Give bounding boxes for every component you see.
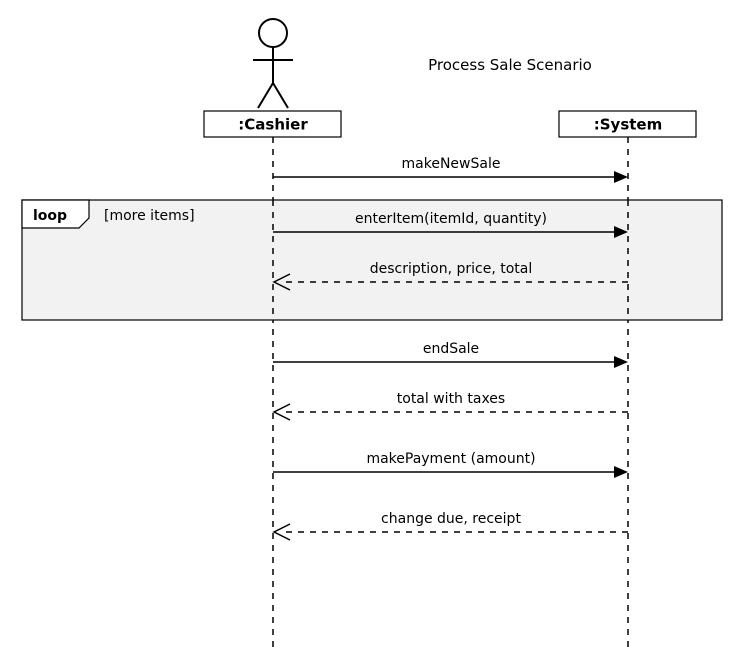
msg-change-label: change due, receipt xyxy=(381,511,521,527)
msg-total-label: total with taxes xyxy=(397,391,505,407)
msg-makePayment-label: makePayment (amount) xyxy=(366,451,535,467)
sequence-diagram: Process Sale Scenario :Cashier :System m… xyxy=(0,0,750,660)
lifeline-cashier-label: :Cashier xyxy=(238,116,308,134)
lifeline-system-label: :System xyxy=(594,116,662,134)
msg-makeNewSale-label: makeNewSale xyxy=(402,156,501,172)
msg-enterItem-label: enterItem(itemId, quantity) xyxy=(355,211,547,227)
actor-icon xyxy=(253,19,293,108)
loop-operator-label: loop xyxy=(33,208,67,224)
loop-guard-label: [more items] xyxy=(104,208,195,224)
diagram-title: Process Sale Scenario xyxy=(428,56,592,74)
msg-makeNewSale-arrow xyxy=(614,171,628,183)
msg-endSale-arrow xyxy=(614,356,628,368)
msg-endSale-label: endSale xyxy=(423,341,479,357)
msg-makePayment-arrow xyxy=(614,466,628,478)
msg-description-label: description, price, total xyxy=(370,261,533,277)
